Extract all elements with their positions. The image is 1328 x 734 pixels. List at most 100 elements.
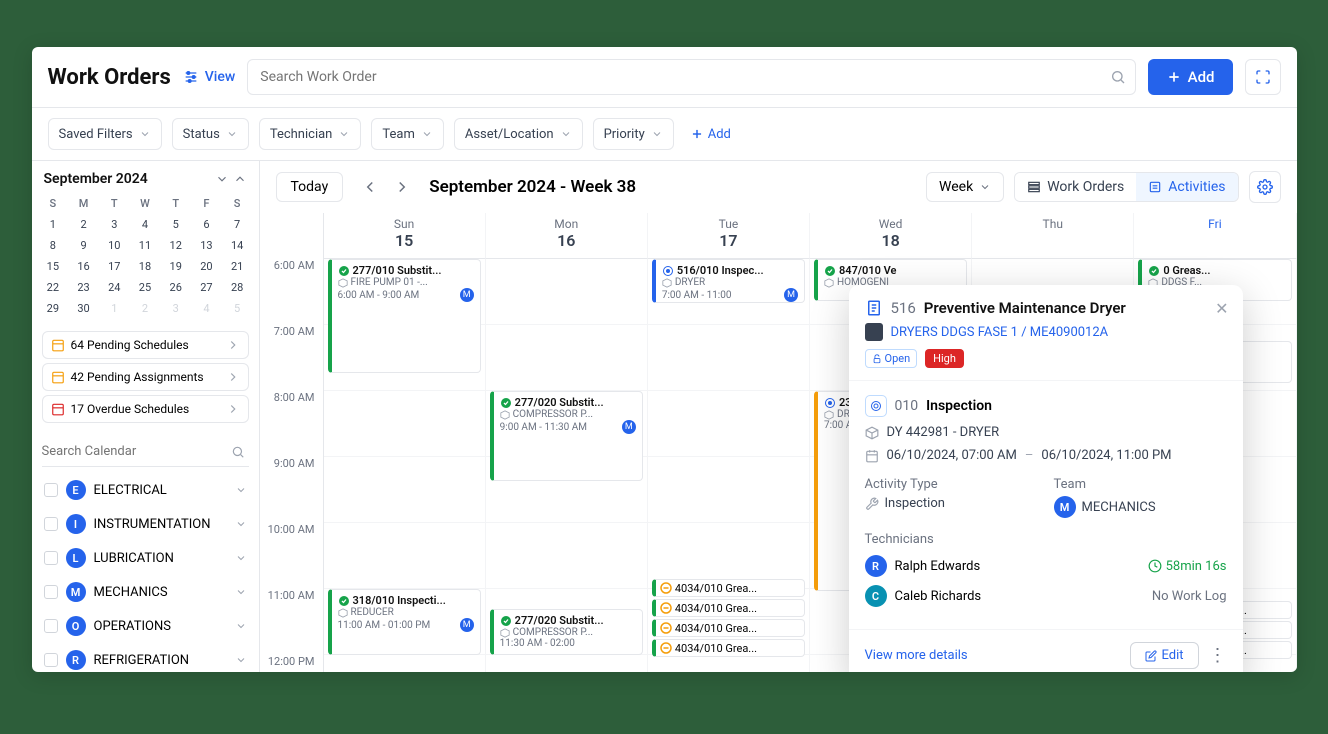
add-label: Add — [1188, 68, 1215, 86]
activities-tab[interactable]: Activities — [1136, 173, 1237, 201]
plus-icon — [690, 127, 704, 141]
search-calendar-input[interactable] — [42, 437, 249, 467]
time-label: 7:00 AM — [260, 325, 323, 391]
list-icon — [1027, 180, 1041, 194]
pending-item[interactable]: 42 Pending Assignments — [42, 363, 249, 391]
next-week[interactable] — [389, 174, 415, 200]
mini-cal-day[interactable]: 2 — [68, 214, 99, 235]
mini-cal-day[interactable]: 1 — [38, 214, 69, 235]
mini-cal-day[interactable]: 18 — [130, 256, 161, 277]
checkbox[interactable] — [44, 619, 58, 633]
view-button[interactable]: View — [183, 69, 236, 85]
calendar-event[interactable]: 516/010 Inspec...DRYER7:00 AM - 11:00M — [652, 259, 805, 303]
calendar-event[interactable]: 318/010 Inspecti...REDUCER11:00 AM - 01:… — [328, 589, 481, 655]
team-item[interactable]: MMECHANICS — [32, 575, 259, 609]
search-input[interactable] — [247, 59, 1135, 95]
calendar-event-small[interactable]: 4034/010 Grea... — [652, 639, 805, 657]
mini-cal-day[interactable]: 28 — [222, 277, 253, 298]
settings-button[interactable] — [1249, 171, 1281, 203]
mini-cal-day[interactable]: 9 — [68, 235, 99, 256]
asset-link[interactable]: DRYERS DDGS FASE 1 / ME4090012A — [865, 323, 1227, 341]
saved-filters-button[interactable]: Saved Filters — [48, 118, 162, 150]
mini-cal-day[interactable]: 2 — [130, 298, 161, 319]
clock-icon — [1148, 559, 1162, 573]
mini-cal-day[interactable]: 22 — [38, 277, 69, 298]
team-item[interactable]: IINSTRUMENTATION — [32, 507, 259, 541]
mini-cal-day[interactable]: 30 — [68, 298, 99, 319]
technician-filter[interactable]: Technician — [259, 118, 362, 150]
calendar-event-small[interactable]: 4034/010 Grea... — [652, 579, 805, 597]
checkbox[interactable] — [44, 483, 58, 497]
edit-button[interactable]: Edit — [1130, 642, 1198, 669]
expand-button[interactable] — [1245, 59, 1281, 95]
day-of-week: Sun — [324, 217, 485, 231]
mini-cal-day[interactable]: 11 — [130, 235, 161, 256]
mini-cal-next[interactable] — [215, 172, 229, 186]
checkbox[interactable] — [44, 517, 58, 531]
mini-cal-day[interactable]: 25 — [130, 277, 161, 298]
mini-cal-day[interactable]: 4 — [191, 298, 222, 319]
pending-item[interactable]: 64 Pending Schedules — [42, 331, 249, 359]
pending-item[interactable]: 17 Overdue Schedules — [42, 395, 249, 423]
view-range-select[interactable]: Week — [926, 172, 1004, 202]
calendar-event-small[interactable]: 4034/010 Grea... — [652, 599, 805, 617]
mini-cal-day[interactable]: 10 — [99, 235, 130, 256]
mini-cal-day[interactable]: 21 — [222, 256, 253, 277]
mini-cal-day[interactable]: 5 — [160, 214, 191, 235]
mini-cal-day[interactable]: 13 — [191, 235, 222, 256]
mini-cal-day[interactable]: 27 — [191, 277, 222, 298]
mini-cal-day[interactable]: 6 — [191, 214, 222, 235]
time-label: 11:00 AM — [260, 589, 323, 655]
time-label: 12:00 PM — [260, 655, 323, 672]
today-button[interactable]: Today — [276, 172, 344, 202]
mini-cal-day[interactable]: 14 — [222, 235, 253, 256]
mini-cal-day[interactable]: 12 — [160, 235, 191, 256]
mini-cal-day[interactable]: 24 — [99, 277, 130, 298]
team-item[interactable]: LLUBRICATION — [32, 541, 259, 575]
calendar-event[interactable]: 277/010 Substit...FIRE PUMP 01 -...6:00 … — [328, 259, 481, 373]
checkbox[interactable] — [44, 653, 58, 667]
mini-cal-day[interactable]: 19 — [160, 256, 191, 277]
wo-number: 516 — [891, 299, 916, 317]
add-filter-button[interactable]: Add — [690, 127, 731, 142]
team-avatar: L — [66, 548, 86, 568]
priority-filter[interactable]: Priority — [593, 118, 674, 150]
add-button[interactable]: Add — [1148, 59, 1233, 95]
asset-filter[interactable]: Asset/Location — [454, 118, 583, 150]
mini-cal-day[interactable]: 3 — [99, 214, 130, 235]
mini-cal-day[interactable]: 20 — [191, 256, 222, 277]
mini-cal-day[interactable]: 7 — [222, 214, 253, 235]
checkbox[interactable] — [44, 551, 58, 565]
mini-cal-day[interactable]: 29 — [38, 298, 69, 319]
more-button[interactable]: ⋮ — [1209, 645, 1227, 666]
page-title: Work Orders — [48, 65, 171, 90]
mini-cal-day[interactable]: 5 — [222, 298, 253, 319]
mini-cal-day[interactable]: 1 — [99, 298, 130, 319]
mini-cal-day[interactable]: 16 — [68, 256, 99, 277]
team-filter[interactable]: Team — [371, 118, 444, 150]
status-filter[interactable]: Status — [172, 118, 249, 150]
team-item[interactable]: RREFRIGERATION — [32, 643, 259, 672]
tech-worklog-time: 58min 16s — [1148, 559, 1227, 574]
mini-cal-day[interactable]: 23 — [68, 277, 99, 298]
mini-cal-day[interactable]: 15 — [38, 256, 69, 277]
team-item[interactable]: OOPERATIONS — [32, 609, 259, 643]
mini-cal-prev[interactable] — [233, 172, 247, 186]
mini-cal-day[interactable]: 4 — [130, 214, 161, 235]
lock-open-icon — [872, 354, 882, 364]
close-button[interactable]: ✕ — [1215, 299, 1228, 318]
team-name: MECHANICS — [94, 585, 168, 600]
mini-cal-day[interactable]: 3 — [160, 298, 191, 319]
team-item[interactable]: EELECTRICAL — [32, 473, 259, 507]
calendar-event[interactable]: 277/020 Substit...COMPRESSOR P...9:00 AM… — [490, 391, 643, 481]
checkbox[interactable] — [44, 585, 58, 599]
mini-cal-day[interactable]: 17 — [99, 256, 130, 277]
work-orders-tab[interactable]: Work Orders — [1015, 173, 1136, 201]
calendar-event[interactable]: 277/020 Substit...COMPRESSOR P...11:30 A… — [490, 609, 643, 655]
prev-week[interactable] — [357, 174, 383, 200]
technicians-label: Technicians — [865, 532, 1227, 547]
mini-cal-day[interactable]: 26 — [160, 277, 191, 298]
calendar-event-small[interactable]: 4034/010 Grea... — [652, 619, 805, 637]
mini-cal-day[interactable]: 8 — [38, 235, 69, 256]
view-more-link[interactable]: View more details — [865, 648, 968, 663]
